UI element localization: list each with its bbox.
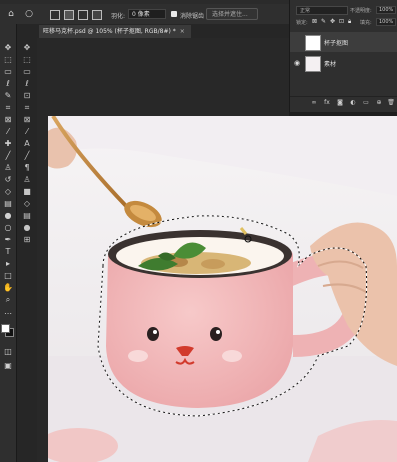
eyedropper-icon[interactable]: ⁄ bbox=[2, 126, 14, 137]
opacity-label: 不透明度: bbox=[350, 8, 372, 14]
zoom-icon[interactable]: ⌕ bbox=[2, 294, 14, 305]
opacity-input[interactable]: 100% bbox=[376, 6, 397, 14]
frame-tool-icon[interactable]: ⊠ bbox=[21, 114, 33, 125]
marquee-tool-icon[interactable]: ▭ bbox=[21, 66, 33, 77]
crop-tool-icon[interactable]: ⌗ bbox=[21, 102, 33, 113]
lasso-icon[interactable]: ℓ bbox=[2, 78, 14, 89]
gradient-icon[interactable]: ▤ bbox=[2, 198, 14, 209]
feather-input[interactable]: 0 像素 bbox=[128, 9, 166, 19]
adjustment-icon[interactable]: ◐ bbox=[349, 99, 357, 107]
artboard-icon[interactable]: ⬚ bbox=[2, 54, 14, 65]
new-layer-icon[interactable]: ⊕ bbox=[375, 99, 383, 107]
antialias-checkbox[interactable] bbox=[171, 11, 177, 17]
more-tools-icon[interactable]: ⋯ bbox=[2, 308, 14, 319]
lasso-tool-icon[interactable]: ℓ bbox=[21, 78, 33, 89]
document-tab[interactable]: 旺移马克杯.psd @ 105% (杯子抠图, RGB/8#) * × bbox=[39, 25, 191, 38]
blur-tool-icon[interactable]: ● bbox=[21, 222, 33, 233]
type-icon[interactable]: T bbox=[2, 246, 14, 257]
object-select-icon[interactable]: ⊡ bbox=[21, 90, 33, 101]
intersect-selection-icon[interactable] bbox=[92, 10, 102, 20]
pen-icon[interactable]: ✒ bbox=[2, 234, 14, 245]
frame-icon[interactable]: ⊠ bbox=[2, 114, 14, 125]
layer-row[interactable]: 杯子抠图 bbox=[290, 32, 397, 52]
artboard-tool-icon[interactable]: ⬚ bbox=[21, 54, 33, 65]
lock-pixels-icon[interactable]: ⊠ bbox=[312, 18, 317, 25]
tools-panel: ✥ ⬚ ▭ ℓ ✎ ⌗ ⊠ ⁄ ✚ ╱ ♙ ↺ ◇ ▤ ● ○ ✒ T ▸ □ … bbox=[0, 24, 17, 462]
document-tab-bar: 旺移马克杯.psd @ 105% (杯子抠图, RGB/8#) * × bbox=[37, 24, 289, 38]
layers-panel-header: 正常 不透明度: 100% bbox=[290, 4, 397, 16]
layer-thumbnail bbox=[305, 56, 321, 72]
close-icon[interactable]: × bbox=[180, 28, 185, 35]
lock-all-icon[interactable]: 🔒︎ bbox=[348, 18, 351, 26]
screen-mode-icon[interactable]: ▣ bbox=[2, 360, 14, 371]
eraser-tool-icon[interactable]: ◇ bbox=[21, 198, 33, 209]
crop-icon[interactable]: ⌗ bbox=[2, 102, 14, 113]
document-tab-title: 旺移马克杯.psd @ 105% (杯子抠图, RGB/8#) * bbox=[43, 28, 176, 35]
brush-tool-icon[interactable]: ╱ bbox=[21, 150, 33, 161]
shape-icon[interactable]: □ bbox=[2, 270, 14, 281]
path-select-icon[interactable]: ▸ bbox=[2, 258, 14, 269]
fx-icon[interactable]: fx bbox=[323, 99, 331, 107]
visibility-eye-icon[interactable]: ◉ bbox=[294, 59, 302, 67]
eyedropper-tool-icon[interactable]: ⁄ bbox=[21, 126, 33, 137]
mug-photo bbox=[48, 116, 397, 462]
eraser-icon[interactable]: ◇ bbox=[2, 186, 14, 197]
lock-position-icon[interactable]: ✥ bbox=[330, 18, 335, 25]
lock-label: 锁定: bbox=[296, 20, 308, 26]
layers-panel-footer: ∞ fx ◙ ◐ ▭ ⊕ 🗑︎ bbox=[290, 96, 397, 109]
text-tool-icon[interactable]: A bbox=[21, 138, 33, 149]
layers-panel: 正常 不透明度: 100% 锁定: ⊠ ✎ ✥ ⊡ 🔒︎ 填充: 100% 杯子… bbox=[289, 0, 397, 112]
paragraph-icon[interactable]: ¶ bbox=[21, 162, 33, 173]
brush-icon[interactable]: ╱ bbox=[2, 150, 14, 161]
layer-name: 素材 bbox=[324, 61, 337, 68]
feather-label: 羽化: bbox=[111, 13, 126, 20]
stamp-icon[interactable]: ♙ bbox=[2, 162, 14, 173]
healing-icon[interactable]: ✚ bbox=[2, 138, 14, 149]
subtract-selection-icon[interactable] bbox=[78, 10, 88, 20]
move-icon[interactable]: ✥ bbox=[2, 42, 14, 53]
new-selection-icon[interactable] bbox=[50, 10, 60, 20]
mask-icon[interactable]: ◙ bbox=[336, 99, 344, 107]
layer-row[interactable]: ◉ 素材 bbox=[290, 53, 397, 73]
layer-thumbnail bbox=[305, 35, 321, 51]
marquee-icon[interactable]: ▭ bbox=[2, 66, 14, 77]
options-bar: ⌂ ○ 羽化: 0 像素 消除锯齿 选择并遮住... bbox=[0, 4, 289, 25]
blend-mode-select[interactable]: 正常 bbox=[296, 6, 348, 15]
lock-artboard-icon[interactable]: ⊡ bbox=[339, 18, 344, 25]
gradient-tool-icon[interactable]: ▤ bbox=[21, 210, 33, 221]
foreground-color-swatch[interactable] bbox=[1, 324, 10, 333]
document-canvas[interactable] bbox=[48, 116, 397, 462]
dodge-icon[interactable]: ○ bbox=[2, 222, 14, 233]
swatch-icon[interactable]: ■ bbox=[21, 186, 33, 197]
hand-icon[interactable]: ✋ bbox=[2, 282, 14, 293]
layer-name: 杯子抠图 bbox=[324, 40, 349, 47]
home-icon[interactable]: ⌂ bbox=[6, 9, 16, 19]
lasso-tool-icon[interactable]: ○ bbox=[24, 9, 34, 19]
fill-label: 填充: bbox=[360, 20, 372, 26]
quick-mask-icon[interactable]: ◫ bbox=[2, 346, 14, 357]
tools-panel-secondary: ✥ ⬚ ▭ ℓ ⊡ ⌗ ⊠ ⁄ A ╱ ¶ ♙ ■ ◇ ▤ ● ⊞ bbox=[17, 24, 38, 462]
antialias-label: 消除锯齿 bbox=[180, 13, 205, 20]
fill-input[interactable]: 100% bbox=[376, 18, 397, 26]
quick-select-icon[interactable]: ✎ bbox=[2, 90, 14, 101]
lock-row: 锁定: ⊠ ✎ ✥ ⊡ 🔒︎ 填充: 100% bbox=[290, 17, 397, 27]
lock-paint-icon[interactable]: ✎ bbox=[321, 18, 326, 25]
trash-icon[interactable]: 🗑︎ bbox=[387, 99, 395, 107]
history-brush-icon[interactable]: ↺ bbox=[2, 174, 14, 185]
link-icon[interactable]: ∞ bbox=[310, 99, 318, 107]
move-tool-icon[interactable]: ✥ bbox=[21, 42, 33, 53]
select-and-mask-button[interactable]: 选择并遮住... bbox=[206, 8, 258, 20]
stamp-tool-icon[interactable]: ♙ bbox=[21, 174, 33, 185]
group-icon[interactable]: ▭ bbox=[362, 99, 370, 107]
add-selection-icon[interactable] bbox=[64, 10, 74, 20]
grid-icon[interactable]: ⊞ bbox=[21, 234, 33, 245]
blur-icon[interactable]: ● bbox=[2, 210, 14, 221]
